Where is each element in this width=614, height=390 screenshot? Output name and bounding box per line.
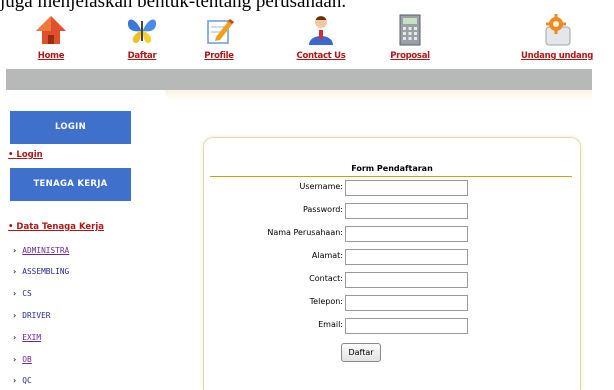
phone-label: Telepon: [309,297,343,306]
category-item-qc[interactable]: › QC [13,376,32,385]
password-field[interactable] [345,203,468,219]
chevron-right-icon: › [13,311,17,320]
contact-field[interactable] [345,272,468,288]
address-field[interactable] [345,249,468,265]
nav-link-undang[interactable]: Undang undang [521,51,593,61]
chevron-right-icon: › [13,376,17,385]
address-label: Alamat: [311,251,343,260]
company-name-label: Nama Perusahaan: [267,228,343,237]
decorative-curve [165,90,592,102]
nav-link-profile[interactable]: Profile [193,51,245,61]
nav-link-home[interactable]: Home [25,51,77,61]
nav-link-proposal[interactable]: Proposal [384,51,436,61]
email-label: Email: [318,320,343,329]
category-item-ob[interactable]: › OB [13,355,32,364]
top-text-strip: juga menjelaskan bentuk-tentang perusaha… [0,0,614,12]
daftar-submit-button[interactable]: Daftar [341,343,381,362]
settings-icon [545,14,571,46]
nav-item-profile[interactable]: Profile [193,12,245,68]
phone-field[interactable] [345,295,468,311]
category-item-driver[interactable]: › DRIVER [13,311,50,320]
category-item-administra[interactable]: › ADMINISTRA [13,246,69,255]
chevron-right-icon: › [13,289,17,298]
email-field[interactable] [345,318,468,334]
nav-link-daftar[interactable]: Daftar [116,51,168,61]
nav-item-daftar[interactable]: Daftar [116,12,168,68]
tenaga-kerja-button[interactable]: TENAGA KERJA [10,168,131,201]
data-tenaga-kerja-label[interactable]: Data Tenaga Kerja [16,222,104,232]
category-item-assembling[interactable]: › ASSEMBLING [13,267,69,276]
chevron-right-icon: › [13,246,17,255]
chevron-right-icon: › [13,267,17,276]
form-title-rule [210,176,572,177]
person-icon [309,16,333,45]
nav-item-proposal[interactable]: Proposal [384,12,436,68]
nav-item-contact[interactable]: Contact Us [289,12,353,68]
password-label: Password: [302,205,343,214]
top-nav: Home Daftar Profile Contact Us Proposal … [6,12,593,68]
calculator-icon [399,14,421,46]
login-button[interactable]: LOGIN [10,111,131,144]
nav-divider-band [6,69,592,90]
butterfly-icon [127,19,157,44]
category-item-exim[interactable]: › EXIM [13,333,41,342]
category-item-cs[interactable]: › CS [13,289,32,298]
nav-link-contact[interactable]: Contact Us [289,51,353,61]
nav-item-undang[interactable]: Undang undang [521,12,593,68]
edit-icon [207,19,234,44]
login-link-label[interactable]: Login [16,150,42,160]
nav-item-home[interactable]: Home [25,12,77,68]
data-tenaga-kerja-link[interactable]: • Data Tenaga Kerja [8,222,104,232]
contact-label: Contact: [309,274,343,283]
username-field[interactable] [345,180,468,196]
chevron-right-icon: › [13,355,17,364]
form-title: Form Pendaftaran [351,164,433,173]
login-link[interactable]: • Login [8,150,43,160]
chevron-right-icon: › [13,333,17,342]
username-label: Username: [299,182,343,191]
home-icon [36,16,66,44]
registration-form: Form Pendaftaran Username: Password: Nam… [203,137,581,390]
top-text: juga menjelaskan bentuk-tentang perusaha… [0,0,347,12]
company-name-field[interactable] [345,226,468,242]
